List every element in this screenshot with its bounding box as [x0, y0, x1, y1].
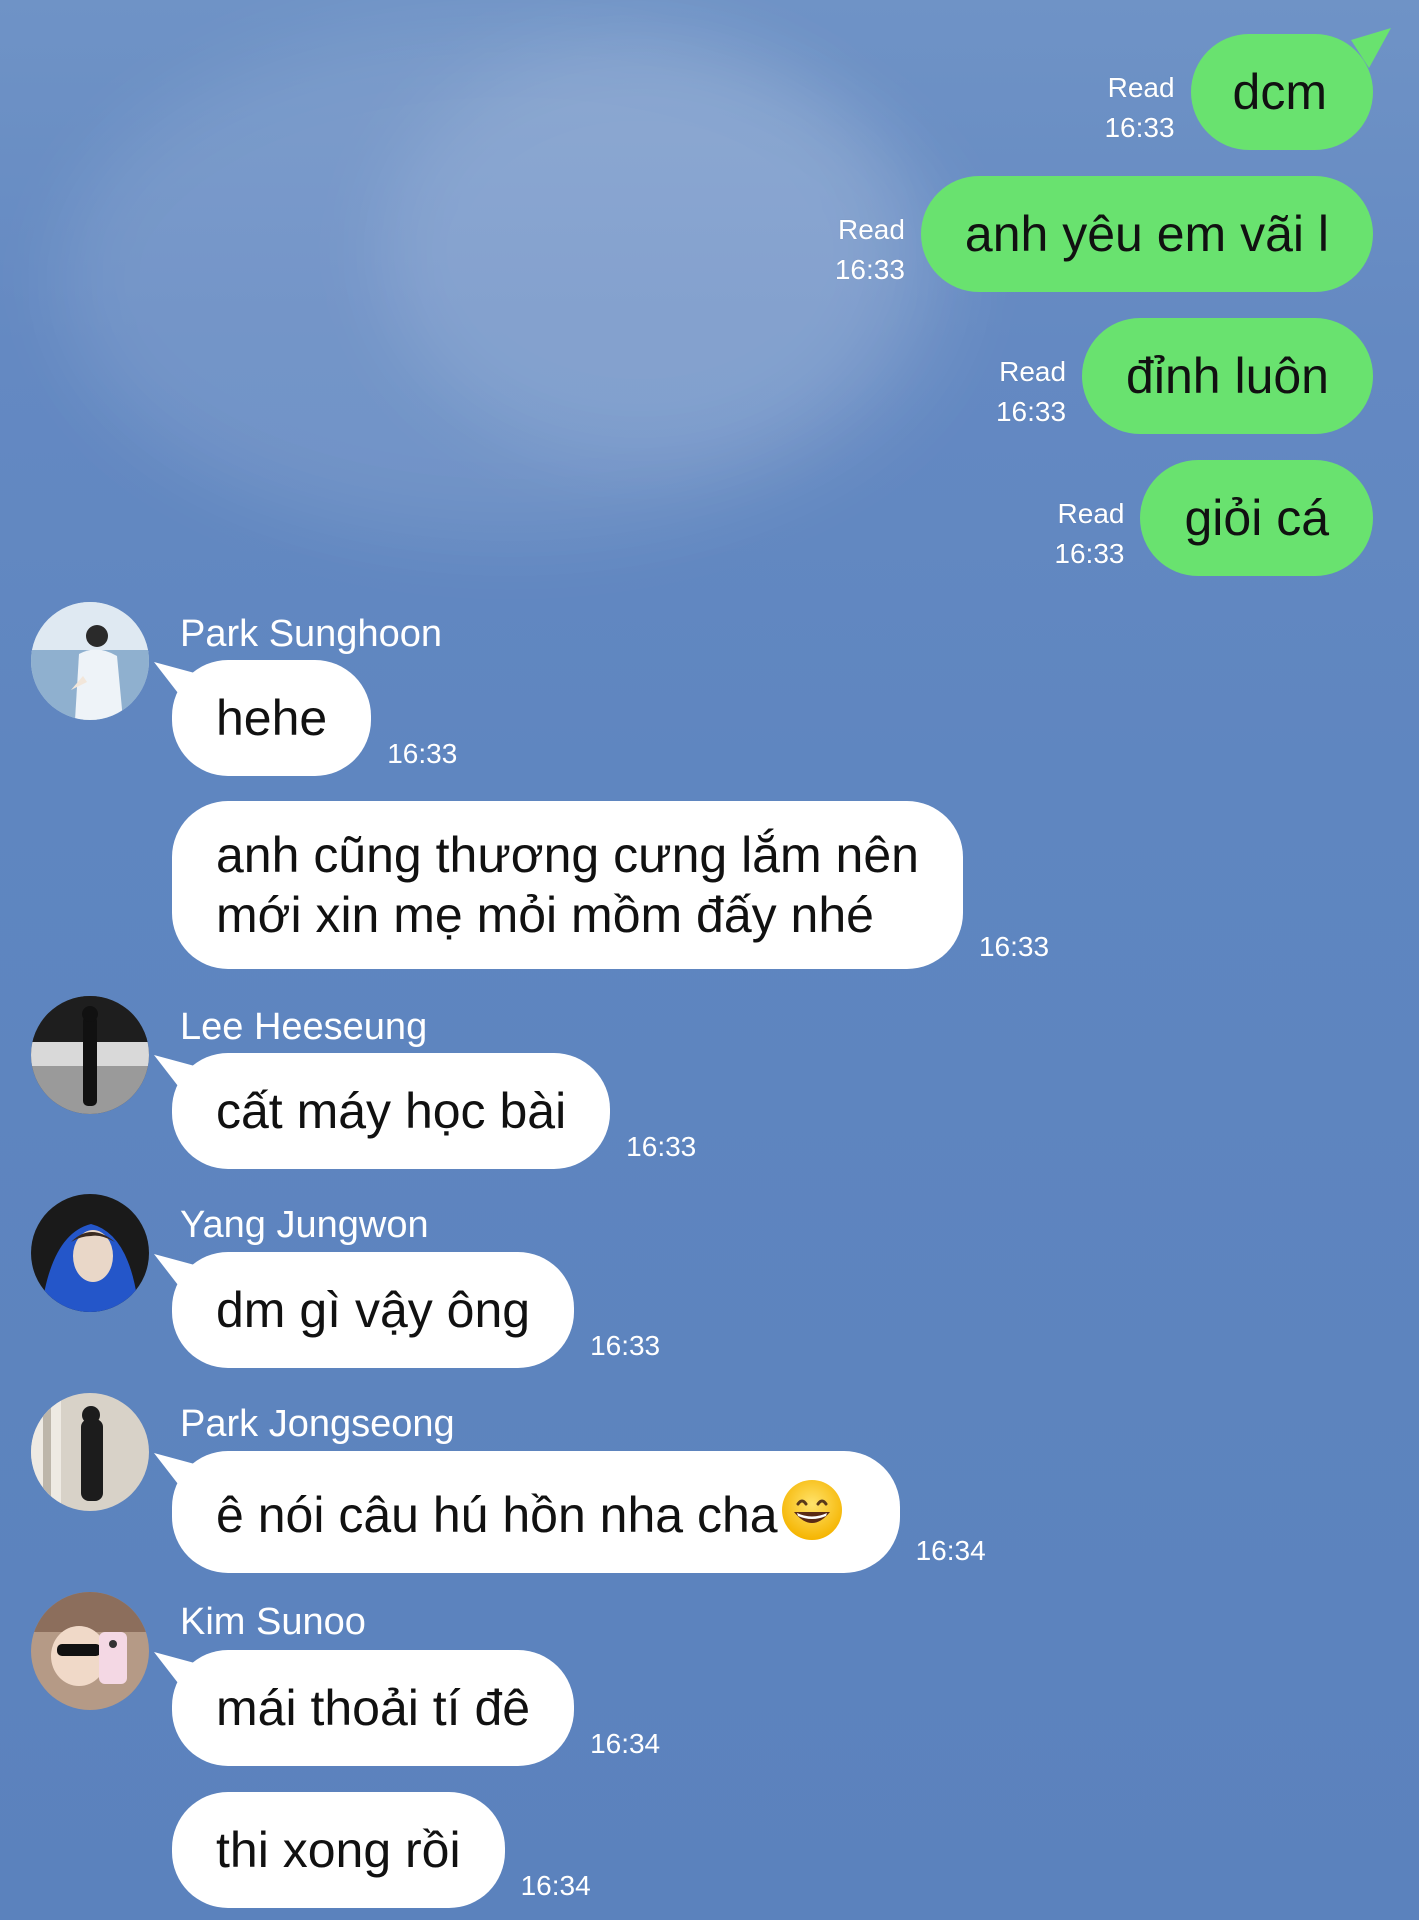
grinning-face-icon	[781, 1480, 842, 1540]
received-message[interactable]: cất máy học bài 16:33	[172, 1053, 696, 1169]
message-text: dcm	[1232, 64, 1327, 120]
sender-name: Yang Jungwon	[180, 1204, 429, 1246]
message-text: dm gì vậy ông	[216, 1282, 531, 1338]
message-time: 16:33	[626, 1131, 697, 1162]
received-bubble[interactable]: thi xong rồi	[172, 1792, 505, 1908]
received-bubble[interactable]: ê nói câu hú hồn nha cha	[172, 1451, 900, 1573]
received-message[interactable]: mái thoải tí đê 16:34	[172, 1650, 660, 1766]
message-time: 16:33	[387, 738, 458, 769]
received-bubble[interactable]: cất máy học bài	[172, 1053, 611, 1169]
sent-bubble[interactable]: dcm	[1190, 34, 1373, 150]
avatar[interactable]	[31, 602, 149, 720]
avatar-photo	[31, 602, 149, 720]
avatar-photo	[31, 996, 149, 1114]
message-time: 16:33	[978, 931, 1050, 962]
message-text: hehe	[216, 690, 328, 746]
message-text: đỉnh luôn	[1126, 348, 1329, 404]
message-text: anh yêu em vãi l	[964, 206, 1329, 262]
sender-name: Kim Sunoo	[180, 1601, 366, 1643]
avatar[interactable]	[31, 1592, 149, 1710]
message-time: 16:34	[915, 1535, 986, 1566]
message-meta: Read 16:33	[1104, 68, 1174, 148]
avatar[interactable]	[31, 1194, 149, 1312]
read-receipt: Read	[999, 356, 1067, 387]
message-time: 16:33	[834, 254, 905, 285]
message-time: 16:33	[1054, 538, 1125, 569]
message-time: 16:34	[590, 1728, 661, 1759]
received-message[interactable]: ê nói câu hú hồn nha cha 16:34	[172, 1451, 986, 1573]
message-time: 16:34	[520, 1870, 591, 1901]
message-time: 16:33	[590, 1330, 661, 1361]
chat-thread[interactable]: Read 16:33 dcm Read 16:33 anh yêu em vãi…	[0, 0, 1419, 1920]
read-receipt: Read	[1107, 72, 1175, 103]
avatar-photo	[31, 1194, 149, 1312]
message-text: thi xong rồi	[216, 1822, 461, 1878]
message-text: giỏi cá	[1184, 490, 1329, 546]
sent-bubble[interactable]: đỉnh luôn	[1082, 318, 1373, 434]
received-bubble[interactable]: mái thoải tí đê	[172, 1650, 575, 1766]
message-meta: Read 16:33	[1054, 494, 1124, 574]
sender-name: Park Sunghoon	[180, 613, 442, 655]
received-message[interactable]: thi xong rồi 16:34	[172, 1792, 591, 1908]
message-meta: Read 16:33	[996, 352, 1066, 432]
message-time: 16:33	[1104, 112, 1175, 143]
message-text: mái thoải tí đê	[216, 1680, 531, 1736]
received-message[interactable]: dm gì vậy ông 16:33	[172, 1252, 660, 1368]
received-bubble[interactable]: hehe	[172, 660, 372, 776]
sent-bubble[interactable]: giỏi cá	[1140, 460, 1373, 576]
message-text: cất máy học bài	[216, 1083, 567, 1139]
avatar-photo	[31, 1393, 149, 1511]
received-bubble[interactable]: anh cũng thương cưng lắm nên mới xin mẹ …	[172, 801, 963, 969]
sent-message[interactable]: Read 16:33 dcm	[1104, 34, 1373, 150]
sent-message[interactable]: Read 16:33 giỏi cá	[1054, 460, 1373, 576]
avatar[interactable]	[31, 1393, 149, 1511]
read-receipt: Read	[837, 214, 905, 245]
sent-message[interactable]: Read 16:33 anh yêu em vãi l	[835, 176, 1373, 292]
sent-message[interactable]: Read 16:33 đỉnh luôn	[996, 318, 1373, 434]
avatar[interactable]	[31, 996, 149, 1114]
sender-name: Park Jongseong	[180, 1403, 455, 1445]
sent-bubble[interactable]: anh yêu em vãi l	[920, 176, 1373, 292]
message-time: 16:33	[995, 396, 1067, 427]
message-text-line: anh cũng thương cưng lắm nên	[216, 827, 919, 883]
message-text-line: mới xin mẹ mỏi mồm đấy nhé	[216, 887, 874, 943]
read-receipt: Read	[1057, 498, 1125, 529]
sender-name: Lee Heeseung	[180, 1006, 428, 1048]
avatar-photo	[31, 1592, 149, 1710]
message-text: ê nói câu hú hồn nha cha	[216, 1487, 778, 1543]
received-message[interactable]: anh cũng thương cưng lắm nên mới xin mẹ …	[172, 801, 1049, 969]
received-bubble[interactable]: dm gì vậy ông	[172, 1252, 575, 1368]
message-meta: Read 16:33	[835, 210, 905, 290]
received-message[interactable]: hehe 16:33	[172, 660, 457, 776]
